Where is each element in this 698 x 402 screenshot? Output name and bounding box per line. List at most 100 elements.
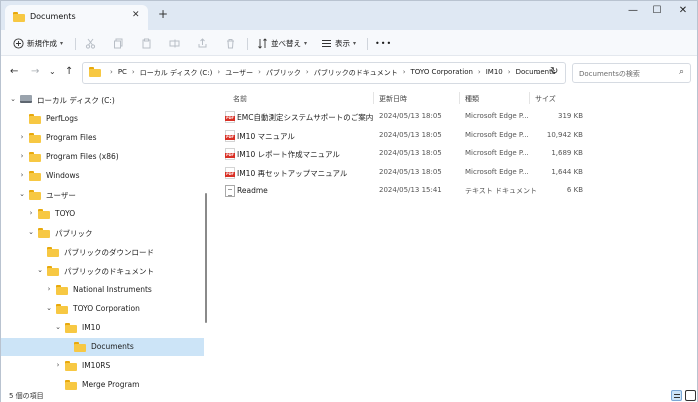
view-button[interactable]: 表示 ▾	[321, 35, 356, 51]
tree-item[interactable]: ⌄ IM10	[1, 319, 204, 337]
breadcrumb-item[interactable]: TOYO Corporation	[411, 68, 473, 78]
file-name: IM10 レポート作成マニュアル	[237, 150, 340, 159]
tab-close-button[interactable]: ✕	[132, 10, 140, 20]
column-divider[interactable]	[459, 92, 460, 104]
chevron-right-icon[interactable]: ›	[18, 133, 26, 141]
minimize-button[interactable]: —	[623, 5, 643, 16]
chevron-down-icon[interactable]: ⌄	[18, 190, 26, 198]
tree-item-label: Windows	[46, 171, 80, 180]
breadcrumb-separator-icon[interactable]: ›	[508, 68, 511, 78]
column-header-size[interactable]: サイズ	[535, 94, 556, 104]
divider	[367, 38, 368, 50]
breadcrumb: › PC › ローカル ディスク (C:) › ユーザー › パブリック › パブリックのドキュメ…	[105, 68, 555, 78]
clipboard-icon	[142, 38, 151, 48]
cut-button[interactable]	[85, 35, 96, 51]
search-icon: ⌕	[678, 67, 684, 77]
tree-item[interactable]: ⌄ パブリックのドキュメント	[1, 262, 204, 280]
address-history-chevron-icon[interactable]: ⌄	[535, 68, 541, 76]
new-button[interactable]: 新規作成 ▾	[13, 35, 63, 51]
column-header-date[interactable]: 更新日時	[379, 94, 407, 104]
breadcrumb-item[interactable]: パブリックのドキュメント	[314, 68, 398, 78]
chevron-down-icon[interactable]: ⌄	[54, 323, 62, 331]
tree-item[interactable]: PerfLogs	[1, 110, 204, 128]
chevron-right-icon[interactable]: ›	[45, 285, 53, 293]
folder-icon	[65, 380, 77, 390]
tree-item[interactable]: › TOYO	[1, 205, 204, 223]
breadcrumb-separator-icon[interactable]: ›	[132, 68, 135, 78]
breadcrumb-separator-icon[interactable]: ›	[403, 68, 406, 78]
folder-icon	[29, 133, 41, 143]
column-header-name[interactable]: 名前	[233, 94, 247, 104]
plus-circle-icon	[13, 37, 24, 49]
file-row[interactable]: IM10 マニュアル 2024/05/13 18:05 Microsoft Edge…	[219, 127, 584, 145]
file-row[interactable]: IM10 レポート作成マニュアル 2024/05/13 18:05 Microsof…	[219, 145, 584, 163]
tree-item[interactable]: ⌄ TOYO Corporation	[1, 300, 204, 318]
chevron-down-icon[interactable]: ⌄	[9, 95, 17, 103]
recent-chevron-icon[interactable]: ⌄	[49, 67, 56, 76]
breadcrumb-separator-icon[interactable]: ›	[110, 68, 113, 78]
chevron-down-icon[interactable]: ⌄	[45, 304, 53, 312]
rename-button[interactable]	[169, 35, 180, 51]
tree-item[interactable]: パブリックのダウンロード	[1, 243, 204, 261]
tree-item[interactable]: › IM10RS	[1, 357, 204, 375]
breadcrumb-separator-icon[interactable]: ›	[217, 68, 220, 78]
tree-item[interactable]: › Windows	[1, 167, 204, 185]
tree-item[interactable]: Documents	[1, 338, 204, 356]
more-options-button[interactable]: •••	[375, 35, 392, 51]
tree-item-label: Merge Program	[82, 380, 140, 389]
file-type: テキスト ドキュメント	[465, 187, 538, 195]
tree-item-label: パブリック	[55, 229, 93, 238]
tree-item[interactable]: › National Instruments	[1, 281, 204, 299]
tree-item[interactable]: ⌄ パブリック	[1, 224, 204, 242]
delete-button[interactable]	[225, 35, 236, 51]
back-arrow-icon[interactable]: ←	[10, 66, 18, 77]
close-button[interactable]: ✕	[673, 5, 693, 16]
refresh-icon[interactable]: ↻	[550, 66, 558, 77]
maximize-button[interactable]: ☐	[647, 5, 667, 16]
sort-button[interactable]: 並べ替え ▾	[257, 35, 307, 51]
breadcrumb-item[interactable]: PC	[118, 68, 127, 78]
chevron-right-icon[interactable]: ›	[18, 152, 26, 160]
tree-item-label: IM10RS	[82, 361, 111, 370]
tree-item-label: IM10	[82, 323, 101, 332]
share-button[interactable]	[197, 35, 208, 51]
file-row[interactable]: Readme 2024/05/13 15:41 テキスト ドキュメント 6 KB	[219, 182, 584, 200]
paste-button[interactable]	[141, 35, 152, 51]
large-icons-view-button[interactable]	[685, 390, 696, 401]
column-header-type[interactable]: 種類	[465, 94, 479, 104]
chevron-down-icon[interactable]: ⌄	[36, 266, 44, 274]
nav-scrollbar[interactable]	[205, 193, 207, 323]
breadcrumb-item[interactable]: IM10	[486, 68, 503, 78]
column-divider[interactable]	[529, 92, 530, 104]
tree-item[interactable]: ⌄ ユーザー	[1, 186, 204, 204]
new-tab-button[interactable]: +	[158, 7, 168, 21]
chevron-right-icon[interactable]: ›	[27, 209, 35, 217]
address-bar[interactable]: › PC › ローカル ディスク (C:) › ユーザー › パブリック › パブリックのドキュメ…	[82, 62, 566, 84]
file-row[interactable]: IM10 再セットアップマニュアル 2024/05/13 18:05 Microso…	[219, 164, 584, 182]
chevron-down-icon: ▾	[353, 39, 357, 47]
breadcrumb-separator-icon[interactable]: ›	[258, 68, 261, 78]
details-view-button[interactable]	[671, 390, 682, 401]
breadcrumb-item[interactable]: ローカル ディスク (C:)	[140, 68, 213, 78]
chevron-right-icon[interactable]: ›	[18, 171, 26, 179]
title-bar: Documents ✕ + — ☐ ✕	[1, 1, 697, 30]
file-row[interactable]: EMC自動測定システムサポートのご案内 2024/05/13 18:05 Micro…	[219, 108, 584, 126]
tree-item[interactable]: ⌄ ローカル ディスク (C:)	[1, 91, 204, 109]
column-divider[interactable]	[373, 92, 374, 104]
file-type: Microsoft Edge P...	[465, 167, 529, 176]
chevron-down-icon[interactable]: ⌄	[27, 228, 35, 236]
chevron-right-icon[interactable]: ›	[54, 361, 62, 369]
breadcrumb-separator-icon[interactable]: ›	[306, 68, 309, 78]
copy-button[interactable]	[113, 35, 124, 51]
tree-item[interactable]: › Program Files (x86)	[1, 148, 204, 166]
breadcrumb-separator-icon[interactable]: ›	[478, 68, 481, 78]
breadcrumb-item[interactable]: パブリック	[266, 68, 301, 78]
tab-documents[interactable]: Documents ✕	[5, 5, 148, 30]
breadcrumb-item[interactable]: ユーザー	[225, 68, 253, 78]
forward-arrow-icon[interactable]: →	[31, 66, 39, 77]
tree-item[interactable]: › Program Files	[1, 129, 204, 147]
chevron-down-icon: ▾	[304, 39, 308, 47]
up-arrow-icon[interactable]: ↑	[65, 66, 73, 77]
search-input[interactable]: Documentsの検索 ⌕	[572, 63, 691, 83]
file-size: 6 KB	[566, 186, 583, 194]
